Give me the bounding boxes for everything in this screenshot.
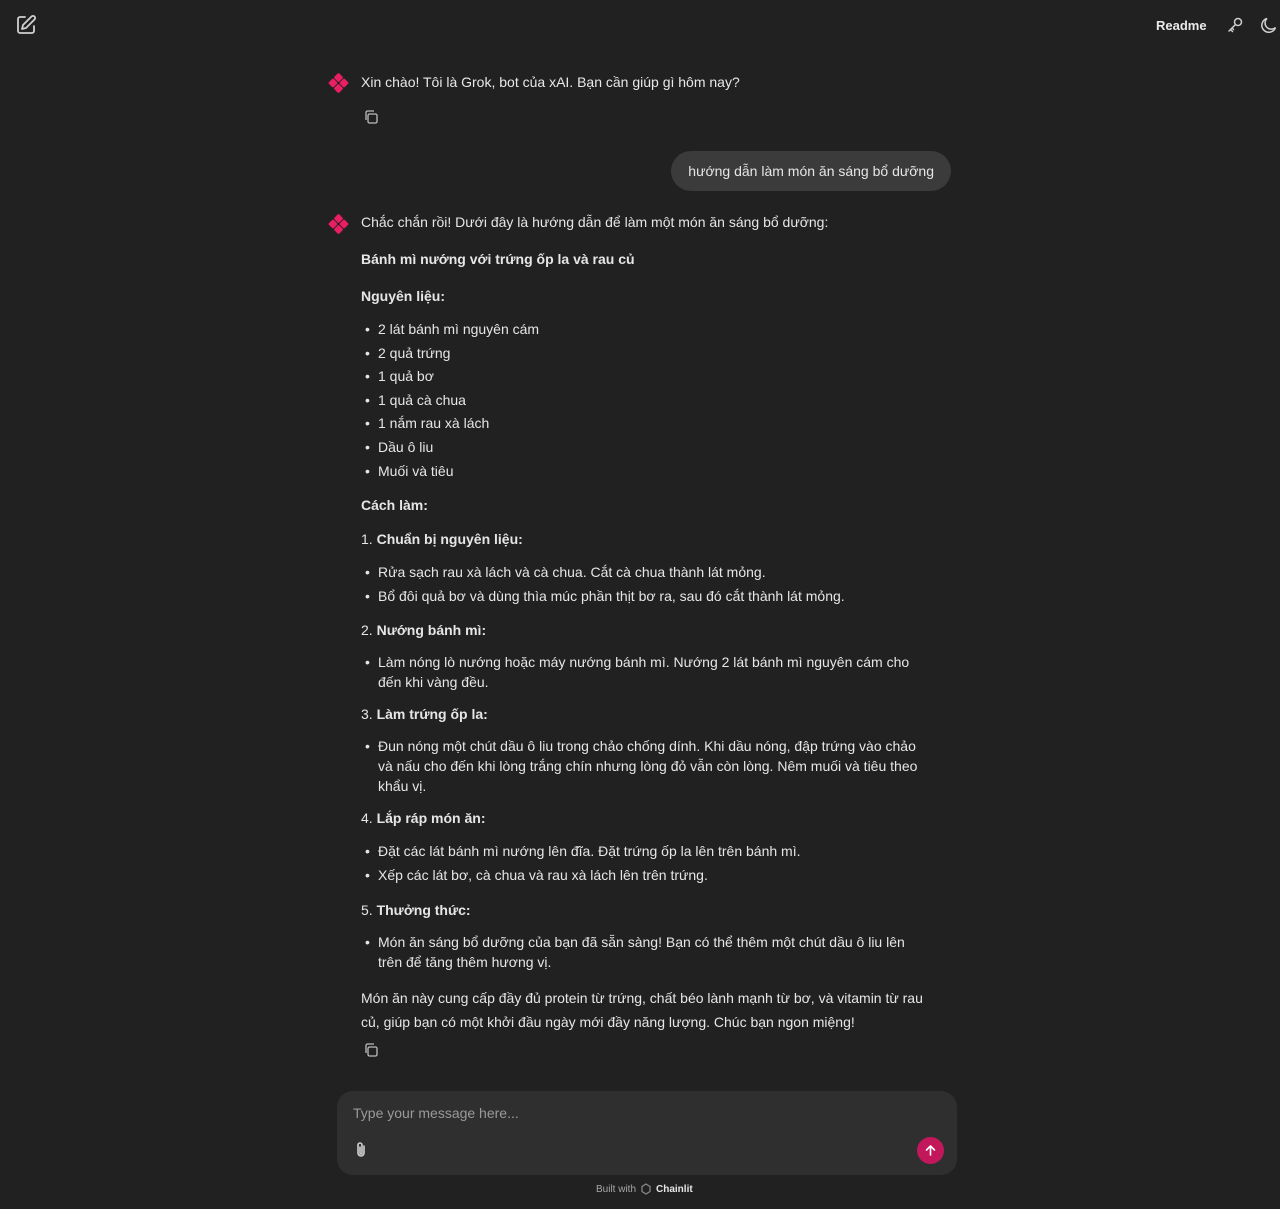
step-3-list: Đun nóng một chút dầu ô liu trong chảo c… <box>361 736 934 796</box>
list-item: Đun nóng một chút dầu ô liu trong chảo c… <box>361 736 934 796</box>
step-title: Chuẩn bị nguyên liệu: <box>376 531 523 548</box>
step-1-list: Rửa sạch rau xà lách và cà chua. Cắt cà … <box>361 561 951 608</box>
step-4-list: Đặt các lát bánh mì nướng lên đĩa. Đặt t… <box>361 840 951 887</box>
footer-credit[interactable]: Built with Chainlit <box>596 1183 693 1195</box>
step-title: Làm trứng ốp la: <box>376 706 488 723</box>
step-number: 4. <box>361 810 373 827</box>
step-1-heading: 1. Chuẩn bị nguyên liệu: <box>361 529 951 549</box>
step-number: 2. <box>361 622 373 639</box>
list-item: Bổ đôi quả bơ và dùng thìa múc phần thịt… <box>361 585 951 609</box>
ingredients-heading: Nguyên liệu: <box>361 288 446 304</box>
list-item: 1 quả bơ <box>361 365 951 389</box>
list-item: 2 quả trứng <box>361 342 951 366</box>
dish-title: Bánh mì nướng với trứng ốp la và rau củ <box>361 251 635 267</box>
list-item: Rửa sạch rau xà lách và cà chua. Cắt cà … <box>361 561 951 585</box>
list-item: Dầu ô liu <box>361 436 951 460</box>
step-3-heading: 3. Làm trứng ốp la: <box>361 704 951 724</box>
method-heading: Cách làm: <box>361 497 428 514</box>
copy-icon[interactable] <box>363 1042 379 1058</box>
step-2-list: Làm nóng lò nướng hoặc máy nướng bánh mì… <box>361 652 917 692</box>
message-composer <box>337 1091 957 1175</box>
greeting-text: Xin chào! Tôi là Grok, bot của xAI. Bạn … <box>361 74 740 90</box>
step-title: Lắp ráp món ăn: <box>376 810 486 827</box>
arrow-up-icon <box>925 1145 936 1156</box>
moon-icon[interactable] <box>1259 15 1279 35</box>
step-5-list: Món ăn sáng bổ dưỡng của bạn đã sẵn sàng… <box>361 932 917 972</box>
built-with-label: Built with <box>596 1183 637 1195</box>
new-chat-icon[interactable] <box>14 13 38 37</box>
chainlit-brand: Chainlit <box>656 1183 693 1195</box>
list-item: 2 lát bánh mì nguyên cám <box>361 318 951 342</box>
list-item: Làm nóng lò nướng hoặc máy nướng bánh mì… <box>361 652 917 692</box>
step-5-heading: 5. Thưởng thức: <box>361 900 951 920</box>
send-button[interactable] <box>917 1137 944 1164</box>
user-message-bubble: hướng dẫn làm món ăn sáng bổ dưỡng <box>671 151 951 191</box>
bot-avatar-icon <box>328 72 350 94</box>
step-number: 3. <box>361 706 373 723</box>
chainlit-logo-icon <box>641 1183 651 1195</box>
bot-avatar-icon <box>328 213 350 235</box>
list-item: Muối và tiêu <box>361 460 951 484</box>
paperclip-icon[interactable] <box>352 1140 370 1160</box>
copy-icon[interactable] <box>363 109 379 125</box>
list-item: 1 nắm rau xà lách <box>361 412 951 436</box>
bot-message-recipe: Chắc chắn rồi! Dưới đây là hướng dẫn để … <box>361 212 951 1034</box>
step-title: Thưởng thức: <box>376 901 471 918</box>
list-item: 1 quả cà chua <box>361 389 951 413</box>
list-item: Đặt các lát bánh mì nướng lên đĩa. Đặt t… <box>361 840 951 864</box>
step-number: 5. <box>361 901 373 918</box>
message-input[interactable] <box>351 1101 935 1125</box>
step-4-heading: 4. Lắp ráp món ăn: <box>361 808 951 828</box>
readme-button[interactable]: Readme <box>1150 16 1213 35</box>
step-title: Nướng bánh mì: <box>376 622 487 639</box>
list-item: Xếp các lát bơ, cà chua và rau xà lách l… <box>361 864 951 888</box>
ingredients-list: 2 lát bánh mì nguyên cám 2 quả trứng 1 q… <box>361 318 951 483</box>
top-bar: Readme <box>0 0 1280 50</box>
key-icon[interactable] <box>1225 15 1245 35</box>
step-2-heading: 2. Nướng bánh mì: <box>361 620 951 640</box>
list-item: Món ăn sáng bổ dưỡng của bạn đã sẵn sàng… <box>361 932 917 972</box>
response-intro: Chắc chắn rồi! Dưới đây là hướng dẫn để … <box>361 214 829 230</box>
step-number: 1. <box>361 531 373 548</box>
response-closing: Món ăn này cung cấp đầy đủ protein từ tr… <box>361 989 923 1030</box>
